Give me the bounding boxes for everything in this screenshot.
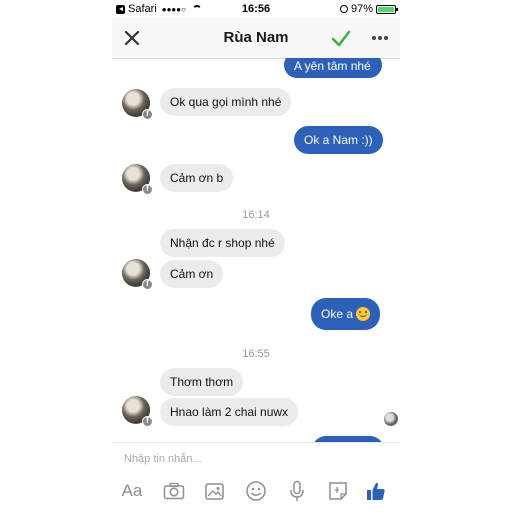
message-text: Oke a	[321, 307, 354, 321]
messenger-badge-icon: f	[142, 416, 153, 427]
contact-avatar[interactable]: f	[122, 164, 153, 195]
contact-avatar[interactable]: f	[122, 259, 153, 290]
conversation-title[interactable]: Rùa Nam	[112, 29, 400, 46]
status-bar: Safari ●●●●○ 16:56 97%	[112, 0, 400, 18]
contact-avatar[interactable]: f	[122, 396, 153, 427]
message-composer: Nhập tin nhắn... Aa	[112, 442, 400, 512]
phone-screen: Safari ●●●●○ 16:56 97% Rùa Nam A yên tâm…	[112, 0, 400, 512]
message-bubble-outgoing[interactable]: Oke a	[311, 298, 381, 330]
photo-gallery-icon[interactable]	[203, 479, 227, 503]
message-bubble-outgoing[interactable]: Ok a Nam :))	[294, 126, 383, 154]
smiling-face-emoji-icon	[356, 307, 371, 321]
like-thumbs-up-icon[interactable]	[364, 479, 388, 503]
message-input[interactable]: Nhập tin nhắn...	[124, 453, 202, 465]
message-bubble-outgoing[interactable]: A yên tâm nhé	[284, 58, 382, 78]
messenger-badge-icon: f	[142, 109, 153, 120]
battery-percent: 97%	[350, 3, 373, 15]
message-timestamp: 16:14	[242, 209, 270, 221]
rotation-lock-icon	[339, 5, 348, 13]
message-bubble-incoming[interactable]: Ok qua gọi mình nhé	[160, 88, 292, 116]
sticker-icon[interactable]	[326, 479, 350, 503]
status-right: 97%	[339, 3, 398, 15]
contact-avatar[interactable]: f	[122, 89, 153, 120]
message-bubble-incoming[interactable]: Cảm ơn	[160, 260, 224, 288]
message-bubble-incoming[interactable]: Thơm thơm	[160, 368, 244, 396]
composer-toolbar: Aa	[112, 479, 400, 505]
message-timestamp: 16:55	[242, 348, 270, 360]
message-bubble-incoming[interactable]: Nhận đc r shop nhé	[160, 229, 285, 257]
message-bubble-incoming[interactable]: Cảm ơn b	[160, 164, 234, 192]
battery-level-fill	[378, 6, 394, 12]
checkmark-icon[interactable]	[330, 27, 352, 49]
message-bubble-incoming[interactable]: Hnao làm 2 chai nuwx	[160, 398, 299, 426]
message-list[interactable]: A yên tâm nhé f Ok qua gọi mình nhé Ok a…	[112, 58, 400, 442]
more-options-icon[interactable]	[370, 30, 390, 46]
conversation-header: Rùa Nam	[112, 18, 400, 59]
microphone-icon[interactable]	[285, 479, 309, 503]
emoji-icon[interactable]	[244, 479, 268, 503]
messenger-badge-icon: f	[142, 184, 153, 195]
battery-icon	[376, 4, 398, 14]
messenger-badge-icon: f	[142, 279, 153, 290]
camera-icon[interactable]	[162, 479, 186, 503]
seen-indicator-avatar	[384, 412, 398, 426]
text-format-button[interactable]: Aa	[120, 479, 144, 503]
